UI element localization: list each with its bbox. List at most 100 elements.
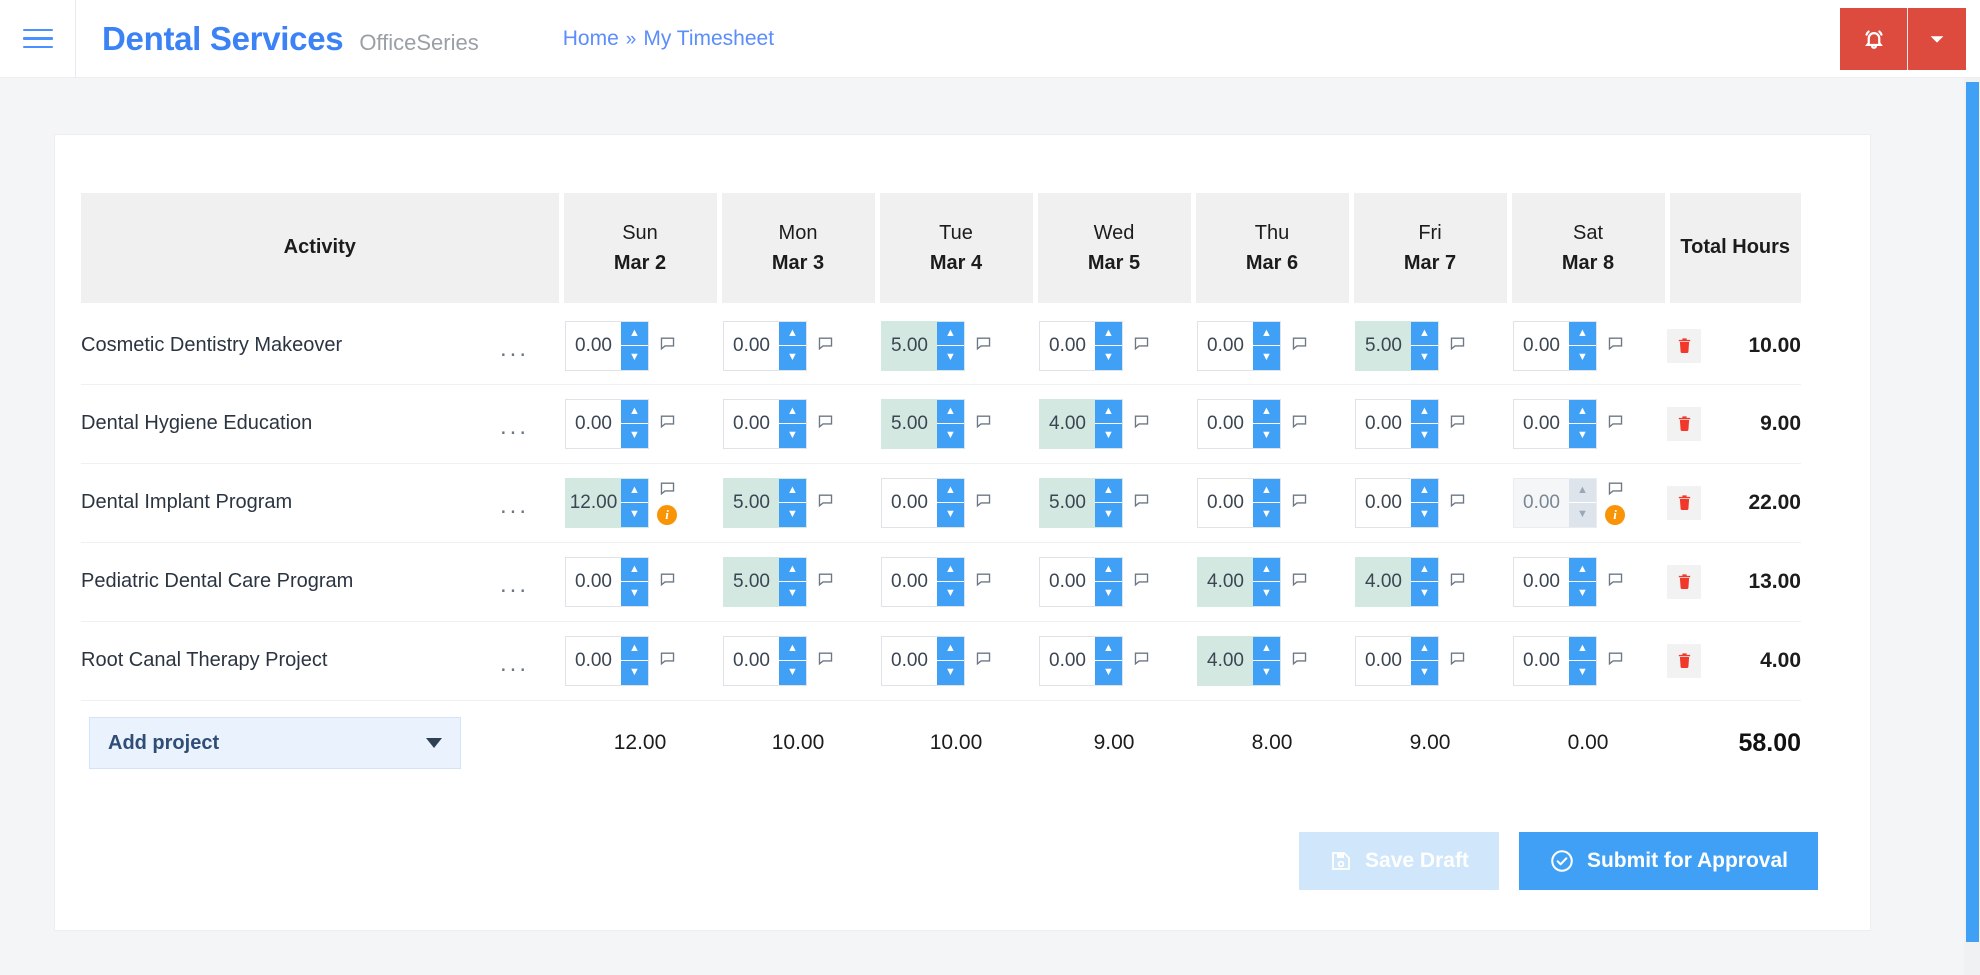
row-menu-button[interactable]: ... — [500, 415, 561, 439]
info-badge-icon[interactable]: i — [657, 505, 677, 525]
chevron-down-icon[interactable]: ▼ — [1253, 582, 1280, 606]
row-menu-button[interactable]: ... — [500, 337, 561, 361]
chevron-down-icon[interactable]: ▼ — [1411, 424, 1438, 448]
chevron-up-icon[interactable]: ▲ — [937, 478, 964, 503]
hours-input[interactable]: 0.00 — [724, 322, 779, 370]
hours-input[interactable]: 0.00 — [882, 558, 937, 606]
add-project-select[interactable]: Add project — [89, 717, 461, 770]
comment-button[interactable] — [817, 413, 834, 435]
hours-input[interactable]: 0.00 — [566, 322, 621, 370]
comment-button[interactable] — [1291, 492, 1308, 514]
chevron-down-icon[interactable]: ▼ — [937, 424, 964, 448]
comment-button[interactable] — [1291, 571, 1308, 593]
chevron-down-icon[interactable]: ▼ — [1095, 582, 1122, 606]
hours-input[interactable]: 5.00 — [1356, 322, 1411, 370]
chevron-up-icon[interactable]: ▲ — [1411, 321, 1438, 346]
chevron-up-icon[interactable]: ▲ — [937, 557, 964, 582]
chevron-down-icon[interactable]: ▼ — [1253, 424, 1280, 448]
chevron-up-icon[interactable]: ▲ — [621, 321, 648, 346]
delete-row-button[interactable] — [1667, 406, 1701, 441]
chevron-down-icon[interactable]: ▼ — [1569, 582, 1596, 606]
hours-stepper[interactable]: 0.00 ▲ ▼ — [565, 398, 649, 449]
hours-stepper[interactable]: 5.00 ▲ ▼ — [1355, 320, 1439, 371]
hours-input[interactable]: 0.00 — [1040, 637, 1095, 685]
comment-button[interactable] — [1607, 571, 1624, 593]
comment-button[interactable] — [659, 480, 676, 502]
hours-input[interactable]: 0.00 — [1514, 637, 1569, 685]
chevron-up-icon[interactable]: ▲ — [621, 557, 648, 582]
hours-input[interactable]: 0.00 — [1356, 400, 1411, 448]
comment-button[interactable] — [817, 571, 834, 593]
comment-button[interactable] — [1449, 571, 1466, 593]
chevron-down-icon[interactable]: ▼ — [1569, 503, 1596, 527]
chevron-down-icon[interactable]: ▼ — [1095, 346, 1122, 370]
row-menu-button[interactable]: ... — [500, 573, 561, 597]
hamburger-menu-icon[interactable] — [0, 0, 76, 78]
save-draft-button[interactable]: Save Draft — [1299, 832, 1499, 890]
hours-input[interactable]: 0.00 — [1198, 479, 1253, 527]
notification-bell-button[interactable] — [1840, 8, 1908, 70]
row-menu-button[interactable]: ... — [500, 652, 561, 676]
chevron-down-icon[interactable]: ▼ — [1411, 661, 1438, 685]
comment-button[interactable] — [1291, 335, 1308, 357]
chevron-down-icon[interactable]: ▼ — [1411, 582, 1438, 606]
header-dropdown-button[interactable] — [1908, 8, 1966, 70]
comment-button[interactable] — [817, 335, 834, 357]
hours-input[interactable]: 0.00 — [1198, 400, 1253, 448]
chevron-up-icon[interactable]: ▲ — [1253, 478, 1280, 503]
chevron-down-icon[interactable]: ▼ — [779, 582, 806, 606]
chevron-down-icon[interactable]: ▼ — [1569, 661, 1596, 685]
hours-input[interactable]: 0.00 — [882, 479, 937, 527]
hours-stepper[interactable]: 0.00 ▲ ▼ — [723, 398, 807, 449]
chevron-up-icon[interactable]: ▲ — [779, 557, 806, 582]
delete-row-button[interactable] — [1667, 328, 1701, 363]
chevron-up-icon[interactable]: ▲ — [1253, 557, 1280, 582]
hours-stepper[interactable]: 0.00 ▲ ▼ — [1039, 556, 1123, 607]
comment-button[interactable] — [1133, 335, 1150, 357]
chevron-up-icon[interactable]: ▲ — [1569, 478, 1596, 503]
chevron-up-icon[interactable]: ▲ — [1569, 557, 1596, 582]
page-scrollbar-thumb[interactable] — [1966, 82, 1979, 942]
hours-stepper[interactable]: 4.00 ▲ ▼ — [1039, 398, 1123, 449]
chevron-down-icon[interactable]: ▼ — [1095, 503, 1122, 527]
chevron-down-icon[interactable]: ▼ — [1411, 503, 1438, 527]
chevron-down-icon[interactable]: ▼ — [621, 346, 648, 370]
breadcrumb-home-link[interactable]: Home — [563, 27, 619, 51]
hours-stepper[interactable]: 0.00 ▲ ▼ — [1513, 320, 1597, 371]
hours-stepper[interactable]: 0.00 ▲ ▼ — [881, 556, 965, 607]
comment-button[interactable] — [1607, 480, 1624, 502]
hours-input[interactable]: 5.00 — [882, 322, 937, 370]
hours-input[interactable]: 0.00 — [566, 558, 621, 606]
comment-button[interactable] — [1133, 650, 1150, 672]
row-menu-button[interactable]: ... — [500, 494, 561, 518]
comment-button[interactable] — [659, 571, 676, 593]
comment-button[interactable] — [975, 650, 992, 672]
chevron-up-icon[interactable]: ▲ — [1253, 399, 1280, 424]
hours-stepper[interactable]: 0.00 ▲ ▼ — [565, 320, 649, 371]
chevron-up-icon[interactable]: ▲ — [1569, 636, 1596, 661]
hours-input[interactable]: 5.00 — [1040, 479, 1095, 527]
chevron-down-icon[interactable]: ▼ — [621, 424, 648, 448]
chevron-down-icon[interactable]: ▼ — [1253, 346, 1280, 370]
hours-input[interactable]: 0.00 — [1040, 558, 1095, 606]
comment-button[interactable] — [1449, 413, 1466, 435]
hours-input[interactable]: 0.00 — [1514, 400, 1569, 448]
hours-input[interactable]: 0.00 — [566, 400, 621, 448]
chevron-down-icon[interactable]: ▼ — [779, 661, 806, 685]
hours-input[interactable]: 4.00 — [1356, 558, 1411, 606]
chevron-down-icon[interactable]: ▼ — [937, 582, 964, 606]
comment-button[interactable] — [975, 335, 992, 357]
chevron-up-icon[interactable]: ▲ — [1411, 636, 1438, 661]
chevron-up-icon[interactable]: ▲ — [779, 636, 806, 661]
chevron-up-icon[interactable]: ▲ — [1095, 399, 1122, 424]
hours-input[interactable]: 0.00 — [1514, 558, 1569, 606]
hours-input[interactable]: 0.00 — [1514, 479, 1569, 527]
hours-input[interactable]: 5.00 — [724, 558, 779, 606]
chevron-down-icon[interactable]: ▼ — [1095, 661, 1122, 685]
info-badge-icon[interactable]: i — [1605, 505, 1625, 525]
hours-input[interactable]: 5.00 — [724, 479, 779, 527]
chevron-down-icon[interactable]: ▼ — [779, 503, 806, 527]
hours-input[interactable]: 0.00 — [1040, 322, 1095, 370]
comment-button[interactable] — [1607, 413, 1624, 435]
delete-row-button[interactable] — [1667, 485, 1701, 520]
